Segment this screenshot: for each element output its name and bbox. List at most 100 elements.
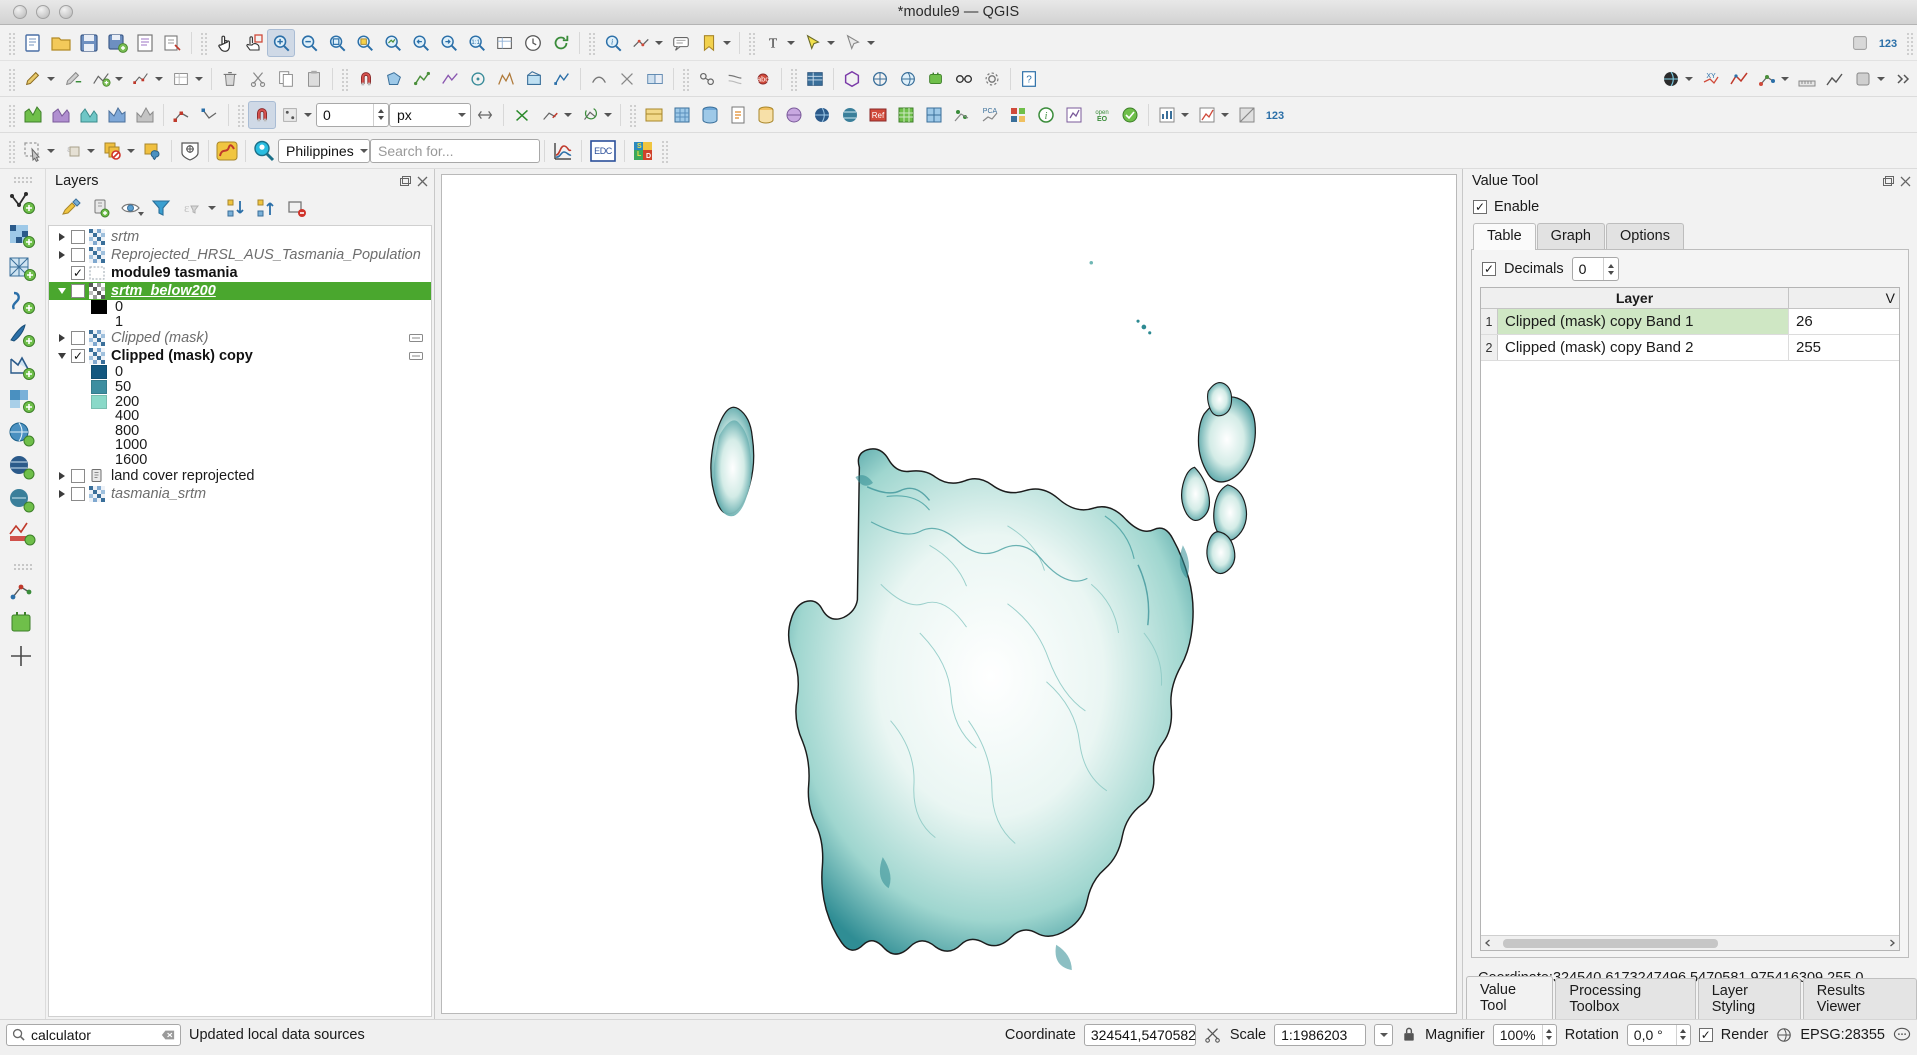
scroll-trough[interactable] [1495,936,1885,951]
select-features-icon[interactable] [799,29,827,57]
spyglass-icon[interactable] [950,65,978,93]
add-regular-polygon-icon[interactable] [548,65,576,93]
toggle-editing-icon[interactable] [19,65,47,93]
layers-toolbar[interactable]: ε [46,193,434,223]
modify-attributes-icon[interactable] [167,65,195,93]
add-mesh-layer-icon[interactable] [808,101,836,129]
profile-chart-icon[interactable] [549,137,577,165]
geocoder-region-combo[interactable]: Philippines [278,138,370,163]
node-tool-2-icon[interactable] [196,101,224,129]
snapping-active-icon[interactable] [248,100,276,129]
new-print-layout-icon[interactable] [131,29,159,57]
snapping-mode-icon[interactable] [276,101,304,129]
magnifier-value[interactable]: 100% [1494,1027,1542,1043]
add-feature-icon[interactable] [87,65,115,93]
geocoder-search-input[interactable]: Search for... [370,138,540,163]
enable-checkbox-row[interactable]: ✓ Enable [1473,199,1909,215]
numeric-format-icon[interactable]: 123 [1261,101,1289,129]
add-postgis-layer-icon[interactable] [696,101,724,129]
value-table-rows[interactable]: 1 Clipped (mask) copy Band 1 26 2 Clipped (m… [1481,309,1899,935]
measure-line-icon[interactable] [627,29,655,57]
delete-selected-icon[interactable] [216,65,244,93]
toolbar-overflow-icon[interactable] [1889,65,1917,93]
zoom-in-icon[interactable] [267,28,295,57]
chevron-down-icon[interactable] [458,112,466,117]
split-features-icon[interactable] [613,65,641,93]
expand-arrow-icon[interactable] [53,334,71,343]
layer-item-srtm-below200[interactable]: srtm_below200 [49,282,431,300]
copy-style-icon[interactable] [99,137,127,165]
expand-arrow-icon[interactable] [53,233,71,241]
save-project-as-icon[interactable] [103,29,131,57]
semi-automatic-classification-icon[interactable] [1004,101,1032,129]
zonal-stats-icon[interactable] [1153,101,1181,129]
offset-curve-icon[interactable] [721,65,749,93]
layout-manager-icon[interactable] [159,29,187,57]
data-source-toolbar[interactable] [0,169,46,1019]
expand-all-icon[interactable] [224,195,250,221]
zoom-to-selection-icon[interactable] [351,29,379,57]
raster-calculator-icon[interactable] [892,101,920,129]
geocoder-search-icon[interactable] [250,137,278,165]
magnifier-spinner[interactable]: 100% [1492,1023,1557,1046]
topology-checker-icon[interactable] [693,65,721,93]
add-vector-tile-icon[interactable] [836,101,864,129]
merge-features-icon[interactable] [641,65,669,93]
add-raster-layer-side-icon[interactable] [7,222,39,252]
snapping-avoid-overlap-icon[interactable] [471,101,499,129]
annotation-dropdown-caret[interactable] [787,40,795,45]
expand-arrow-icon[interactable] [53,472,71,481]
rotate-dropdown-caret[interactable] [604,112,612,117]
globe-dark-icon[interactable] [1657,65,1685,93]
add-ref-layer-icon[interactable]: Ref [864,101,892,129]
identify-features-icon[interactable]: i [599,29,627,57]
collapse-arrow-icon[interactable] [53,353,71,360]
layer-visibility-checkbox[interactable] [71,331,85,346]
network-tool-icon[interactable] [1753,65,1781,93]
pan-to-selection-icon[interactable] [239,29,267,57]
help-icon[interactable]: ? [1015,65,1043,93]
layer-item-clipped-mask-copy[interactable]: ✓ Clipped (mask) copy [49,347,431,365]
bottom-tab-results-viewer[interactable]: Results Viewer [1802,978,1917,1019]
reshape-features-icon[interactable] [585,65,613,93]
layer-item-clipped-mask[interactable]: Clipped (mask) [49,329,431,347]
toolbar-grip[interactable] [7,66,16,91]
snapping-tolerance-value[interactable]: 0 [317,107,373,123]
toolbar-grip[interactable] [747,30,756,55]
add-point-feature-icon[interactable] [436,65,464,93]
value-tool-tabs[interactable]: Table Graph Options [1473,222,1909,250]
scale-field[interactable]: 1:1986203 [1274,1023,1367,1046]
bookmark-dropdown-caret[interactable] [723,40,731,45]
add-wms-layer-icon[interactable] [640,101,668,129]
toolbar-grip[interactable] [660,138,669,163]
float-panel-icon[interactable] [399,175,411,187]
lock-scale-icon[interactable] [1401,1026,1417,1043]
delete-vertex-icon[interactable] [508,101,536,129]
ruler-icon[interactable] [1793,65,1821,93]
pan-map-icon[interactable] [211,29,239,57]
settings-gear-icon[interactable] [978,65,1006,93]
georeferencer-icon[interactable] [866,65,894,93]
histogram-grey-icon[interactable] [131,101,159,129]
layer-item-reprojected-hrsl-aus-tasmania-population[interactable]: Reprojected_HRSL_AUS_Tasmania_Population [49,246,431,264]
trim-dropdown-caret[interactable] [564,112,572,117]
coordinate-capture-icon[interactable] [1204,1026,1222,1044]
globe-dropdown-caret[interactable] [1685,76,1693,81]
decimals-checkbox[interactable]: ✓ [1482,262,1496,276]
tab-table[interactable]: Table [1473,223,1536,250]
layer-visibility-checkbox[interactable] [71,284,85,298]
toolbar-grip[interactable] [587,30,596,55]
chevron-down-icon[interactable] [359,148,368,153]
scroll-thumb[interactable] [1503,938,1718,948]
profile-tool-icon[interactable] [1725,65,1753,93]
edc-icon[interactable]: EDC [586,137,620,165]
decimals-spinner[interactable]: 0 [1571,257,1619,281]
toolbar-row-1[interactable]: 1:1 i T 123 [0,25,1917,61]
layer-visibility-checkbox[interactable]: ✓ [71,349,85,364]
add-postgis-side-icon[interactable] [7,354,39,384]
number-badge[interactable]: 123 [1874,29,1902,57]
metasearch-icon[interactable] [894,65,922,93]
add-vectortile-side-icon[interactable] [7,486,39,516]
value-table-hscrollbar[interactable] [1481,935,1899,950]
vtoolbar-grip[interactable] [11,562,34,571]
